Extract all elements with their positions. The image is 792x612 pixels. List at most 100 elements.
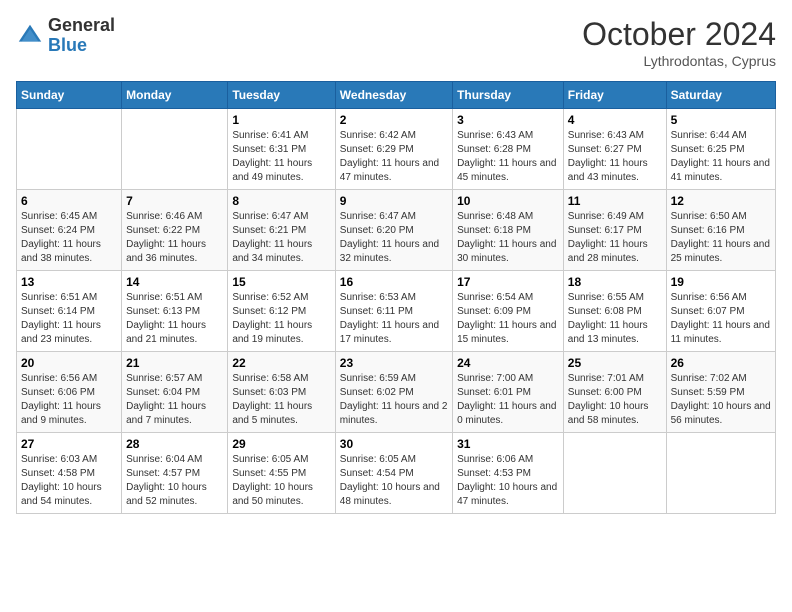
calendar-cell: 12 Sunrise: 6:50 AMSunset: 6:16 PMDaylig…: [666, 190, 775, 271]
page-header: General Blue October 2024 Lythrodontas, …: [16, 16, 776, 69]
day-number: 3: [457, 113, 559, 127]
day-number: 9: [340, 194, 448, 208]
weekday-header: Wednesday: [335, 82, 452, 109]
calendar-cell: 7 Sunrise: 6:46 AMSunset: 6:22 PMDayligh…: [122, 190, 228, 271]
calendar-cell: [563, 433, 666, 514]
weekday-header: Thursday: [453, 82, 564, 109]
day-info: Sunrise: 6:57 AMSunset: 6:04 PMDaylight:…: [126, 372, 223, 428]
day-info: Sunrise: 6:56 AMSunset: 6:07 PMDaylight:…: [671, 291, 771, 347]
day-number: 18: [568, 275, 662, 289]
day-number: 22: [232, 356, 330, 370]
location-subtitle: Lythrodontas, Cyprus: [582, 53, 776, 69]
day-number: 30: [340, 437, 448, 451]
logo: General Blue: [16, 16, 115, 56]
calendar-cell: [666, 433, 775, 514]
day-number: 10: [457, 194, 559, 208]
day-number: 15: [232, 275, 330, 289]
day-number: 25: [568, 356, 662, 370]
day-info: Sunrise: 6:43 AMSunset: 6:28 PMDaylight:…: [457, 129, 559, 185]
calendar-cell: 31 Sunrise: 6:06 AMSunset: 4:53 PMDaylig…: [453, 433, 564, 514]
day-number: 23: [340, 356, 448, 370]
day-info: Sunrise: 6:59 AMSunset: 6:02 PMDaylight:…: [340, 372, 448, 428]
day-info: Sunrise: 6:47 AMSunset: 6:20 PMDaylight:…: [340, 210, 448, 266]
calendar-cell: 18 Sunrise: 6:55 AMSunset: 6:08 PMDaylig…: [563, 271, 666, 352]
day-info: Sunrise: 6:56 AMSunset: 6:06 PMDaylight:…: [21, 372, 117, 428]
calendar-cell: 24 Sunrise: 7:00 AMSunset: 6:01 PMDaylig…: [453, 352, 564, 433]
calendar-week-row: 13 Sunrise: 6:51 AMSunset: 6:14 PMDaylig…: [17, 271, 776, 352]
calendar-week-row: 6 Sunrise: 6:45 AMSunset: 6:24 PMDayligh…: [17, 190, 776, 271]
day-number: 5: [671, 113, 771, 127]
day-number: 13: [21, 275, 117, 289]
day-number: 24: [457, 356, 559, 370]
calendar-body: 1 Sunrise: 6:41 AMSunset: 6:31 PMDayligh…: [17, 109, 776, 514]
calendar-cell: 28 Sunrise: 6:04 AMSunset: 4:57 PMDaylig…: [122, 433, 228, 514]
title-block: October 2024 Lythrodontas, Cyprus: [582, 16, 776, 69]
calendar-cell: 30 Sunrise: 6:05 AMSunset: 4:54 PMDaylig…: [335, 433, 452, 514]
day-number: 29: [232, 437, 330, 451]
day-info: Sunrise: 6:46 AMSunset: 6:22 PMDaylight:…: [126, 210, 223, 266]
calendar-week-row: 20 Sunrise: 6:56 AMSunset: 6:06 PMDaylig…: [17, 352, 776, 433]
calendar-cell: 11 Sunrise: 6:49 AMSunset: 6:17 PMDaylig…: [563, 190, 666, 271]
day-info: Sunrise: 6:04 AMSunset: 4:57 PMDaylight:…: [126, 453, 223, 509]
calendar-cell: 8 Sunrise: 6:47 AMSunset: 6:21 PMDayligh…: [228, 190, 335, 271]
day-number: 31: [457, 437, 559, 451]
day-number: 6: [21, 194, 117, 208]
day-number: 2: [340, 113, 448, 127]
weekday-row: SundayMondayTuesdayWednesdayThursdayFrid…: [17, 82, 776, 109]
calendar-cell: 19 Sunrise: 6:56 AMSunset: 6:07 PMDaylig…: [666, 271, 775, 352]
calendar-week-row: 1 Sunrise: 6:41 AMSunset: 6:31 PMDayligh…: [17, 109, 776, 190]
calendar-cell: 15 Sunrise: 6:52 AMSunset: 6:12 PMDaylig…: [228, 271, 335, 352]
calendar-cell: 10 Sunrise: 6:48 AMSunset: 6:18 PMDaylig…: [453, 190, 564, 271]
day-number: 27: [21, 437, 117, 451]
calendar-cell: 4 Sunrise: 6:43 AMSunset: 6:27 PMDayligh…: [563, 109, 666, 190]
calendar-cell: 23 Sunrise: 6:59 AMSunset: 6:02 PMDaylig…: [335, 352, 452, 433]
day-info: Sunrise: 6:43 AMSunset: 6:27 PMDaylight:…: [568, 129, 662, 185]
calendar-cell: 20 Sunrise: 6:56 AMSunset: 6:06 PMDaylig…: [17, 352, 122, 433]
calendar-cell: 22 Sunrise: 6:58 AMSunset: 6:03 PMDaylig…: [228, 352, 335, 433]
day-info: Sunrise: 6:41 AMSunset: 6:31 PMDaylight:…: [232, 129, 330, 185]
month-title: October 2024: [582, 16, 776, 53]
calendar-cell: 29 Sunrise: 6:05 AMSunset: 4:55 PMDaylig…: [228, 433, 335, 514]
calendar-header: SundayMondayTuesdayWednesdayThursdayFrid…: [17, 82, 776, 109]
logo-icon: [16, 22, 44, 50]
day-info: Sunrise: 6:52 AMSunset: 6:12 PMDaylight:…: [232, 291, 330, 347]
day-info: Sunrise: 6:49 AMSunset: 6:17 PMDaylight:…: [568, 210, 662, 266]
day-number: 1: [232, 113, 330, 127]
day-info: Sunrise: 6:51 AMSunset: 6:14 PMDaylight:…: [21, 291, 117, 347]
calendar-table: SundayMondayTuesdayWednesdayThursdayFrid…: [16, 81, 776, 514]
day-info: Sunrise: 6:06 AMSunset: 4:53 PMDaylight:…: [457, 453, 559, 509]
day-number: 4: [568, 113, 662, 127]
day-info: Sunrise: 6:55 AMSunset: 6:08 PMDaylight:…: [568, 291, 662, 347]
day-info: Sunrise: 6:47 AMSunset: 6:21 PMDaylight:…: [232, 210, 330, 266]
calendar-cell: [122, 109, 228, 190]
calendar-cell: 9 Sunrise: 6:47 AMSunset: 6:20 PMDayligh…: [335, 190, 452, 271]
day-info: Sunrise: 6:44 AMSunset: 6:25 PMDaylight:…: [671, 129, 771, 185]
calendar-cell: 14 Sunrise: 6:51 AMSunset: 6:13 PMDaylig…: [122, 271, 228, 352]
day-number: 14: [126, 275, 223, 289]
calendar-cell: 27 Sunrise: 6:03 AMSunset: 4:58 PMDaylig…: [17, 433, 122, 514]
day-number: 17: [457, 275, 559, 289]
day-number: 19: [671, 275, 771, 289]
day-number: 21: [126, 356, 223, 370]
calendar-cell: 5 Sunrise: 6:44 AMSunset: 6:25 PMDayligh…: [666, 109, 775, 190]
calendar-cell: 21 Sunrise: 6:57 AMSunset: 6:04 PMDaylig…: [122, 352, 228, 433]
day-number: 16: [340, 275, 448, 289]
day-number: 8: [232, 194, 330, 208]
day-info: Sunrise: 6:45 AMSunset: 6:24 PMDaylight:…: [21, 210, 117, 266]
calendar-cell: 13 Sunrise: 6:51 AMSunset: 6:14 PMDaylig…: [17, 271, 122, 352]
weekday-header: Saturday: [666, 82, 775, 109]
day-info: Sunrise: 6:51 AMSunset: 6:13 PMDaylight:…: [126, 291, 223, 347]
calendar-cell: 17 Sunrise: 6:54 AMSunset: 6:09 PMDaylig…: [453, 271, 564, 352]
day-info: Sunrise: 7:02 AMSunset: 5:59 PMDaylight:…: [671, 372, 771, 428]
day-number: 20: [21, 356, 117, 370]
calendar-cell: 16 Sunrise: 6:53 AMSunset: 6:11 PMDaylig…: [335, 271, 452, 352]
day-info: Sunrise: 7:01 AMSunset: 6:00 PMDaylight:…: [568, 372, 662, 428]
logo-blue: Blue: [48, 36, 115, 56]
day-info: Sunrise: 7:00 AMSunset: 6:01 PMDaylight:…: [457, 372, 559, 428]
calendar-cell: 25 Sunrise: 7:01 AMSunset: 6:00 PMDaylig…: [563, 352, 666, 433]
calendar-cell: 1 Sunrise: 6:41 AMSunset: 6:31 PMDayligh…: [228, 109, 335, 190]
calendar-cell: 6 Sunrise: 6:45 AMSunset: 6:24 PMDayligh…: [17, 190, 122, 271]
day-number: 12: [671, 194, 771, 208]
day-number: 26: [671, 356, 771, 370]
calendar-cell: [17, 109, 122, 190]
